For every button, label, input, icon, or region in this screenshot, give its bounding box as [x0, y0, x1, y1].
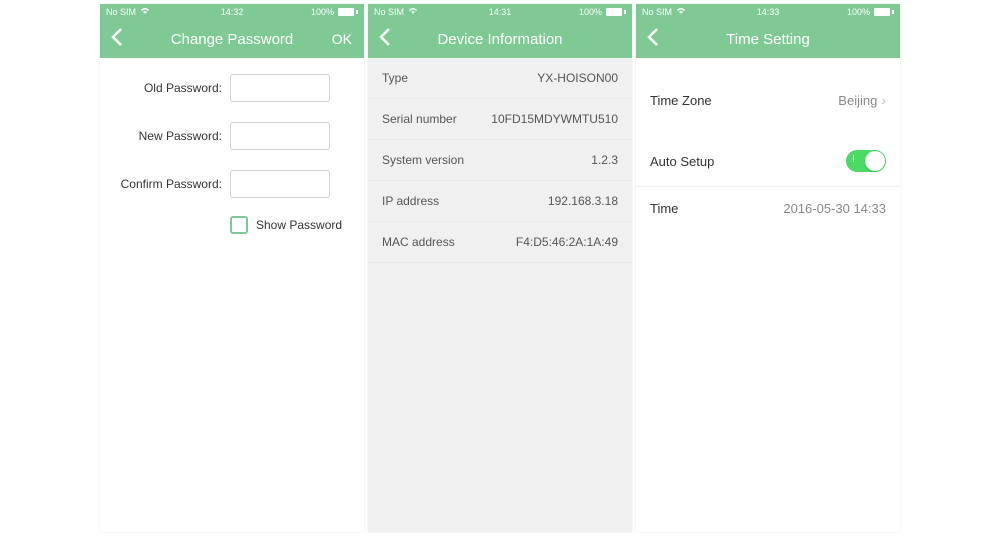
carrier-label: No SIM	[374, 7, 404, 17]
info-value: YX-HOISON00	[537, 71, 618, 85]
timezone-label: Time Zone	[650, 93, 712, 108]
old-password-label: Old Password:	[112, 81, 222, 95]
status-time: 14:32	[221, 7, 244, 17]
page-title: Time Setting	[646, 31, 890, 48]
info-row: IP address 192.168.3.18	[368, 181, 632, 222]
battery-percent: 100%	[311, 7, 334, 17]
info-value: F4:D5:46:2A:1A:49	[516, 235, 618, 249]
screen-time-setting: No SIM 14:33 100% Time Setting Time Zone…	[636, 4, 900, 532]
show-password-label: Show Password	[256, 218, 342, 232]
info-label: Serial number	[382, 112, 457, 126]
new-password-field[interactable]	[230, 122, 330, 150]
autosetup-label: Auto Setup	[650, 154, 714, 169]
wifi-icon	[140, 7, 150, 17]
battery-percent: 100%	[579, 7, 602, 17]
screen-device-information: No SIM 14:31 100% Device Information Typ…	[368, 4, 632, 532]
info-row: MAC address F4:D5:46:2A:1A:49	[368, 222, 632, 263]
status-bar: No SIM 14:32 100%	[100, 4, 364, 20]
nav-bar: Change Password OK	[100, 20, 364, 58]
autosetup-toggle[interactable]: I	[846, 150, 886, 172]
chevron-right-icon: ›	[881, 92, 886, 108]
screen-change-password: No SIM 14:32 100% Change Password OK Old…	[100, 4, 364, 532]
info-row: Serial number 10FD15MDYWMTU510	[368, 99, 632, 140]
back-button[interactable]	[378, 27, 392, 51]
time-label: Time	[650, 201, 678, 216]
back-button[interactable]	[110, 27, 124, 51]
battery-icon	[606, 8, 626, 16]
battery-icon	[338, 8, 358, 16]
timezone-value: Beijing	[838, 93, 877, 108]
time-row: Time 2016-05-30 14:33	[636, 186, 900, 230]
info-label: MAC address	[382, 235, 455, 249]
autosetup-row: Auto Setup I	[636, 136, 900, 186]
time-value: 2016-05-30 14:33	[783, 201, 886, 216]
ok-button[interactable]: OK	[332, 31, 352, 47]
page-title: Device Information	[378, 31, 622, 48]
status-time: 14:33	[757, 7, 780, 17]
toggle-on-icon: I	[852, 154, 855, 165]
confirm-password-field[interactable]	[230, 170, 330, 198]
timezone-row[interactable]: Time Zone Beijing ›	[636, 78, 900, 122]
battery-percent: 100%	[847, 7, 870, 17]
nav-bar: Device Information	[368, 20, 632, 58]
info-label: IP address	[382, 194, 439, 208]
info-label: System version	[382, 153, 464, 167]
info-value: 10FD15MDYWMTU510	[491, 112, 618, 126]
wifi-icon	[676, 7, 686, 17]
carrier-label: No SIM	[642, 7, 672, 17]
old-password-field[interactable]	[230, 74, 330, 102]
info-label: Type	[382, 71, 408, 85]
status-time: 14:31	[489, 7, 512, 17]
content-area: Type YX-HOISON00 Serial number 10FD15MDY…	[368, 58, 632, 532]
content-area: Time Zone Beijing › Auto Setup I Time 20…	[636, 58, 900, 532]
info-row: Type YX-HOISON00	[368, 58, 632, 99]
info-row: System version 1.2.3	[368, 140, 632, 181]
status-bar: No SIM 14:33 100%	[636, 4, 900, 20]
wifi-icon	[408, 7, 418, 17]
content-area: Old Password: New Password: Confirm Pass…	[100, 58, 364, 532]
new-password-label: New Password:	[112, 129, 222, 143]
nav-bar: Time Setting	[636, 20, 900, 58]
info-value: 192.168.3.18	[548, 194, 618, 208]
battery-icon	[874, 8, 894, 16]
info-value: 1.2.3	[591, 153, 618, 167]
confirm-password-label: Confirm Password:	[112, 177, 222, 191]
status-bar: No SIM 14:31 100%	[368, 4, 632, 20]
show-password-checkbox[interactable]	[230, 216, 248, 234]
carrier-label: No SIM	[106, 7, 136, 17]
page-title: Change Password	[110, 31, 354, 48]
back-button[interactable]	[646, 27, 660, 51]
